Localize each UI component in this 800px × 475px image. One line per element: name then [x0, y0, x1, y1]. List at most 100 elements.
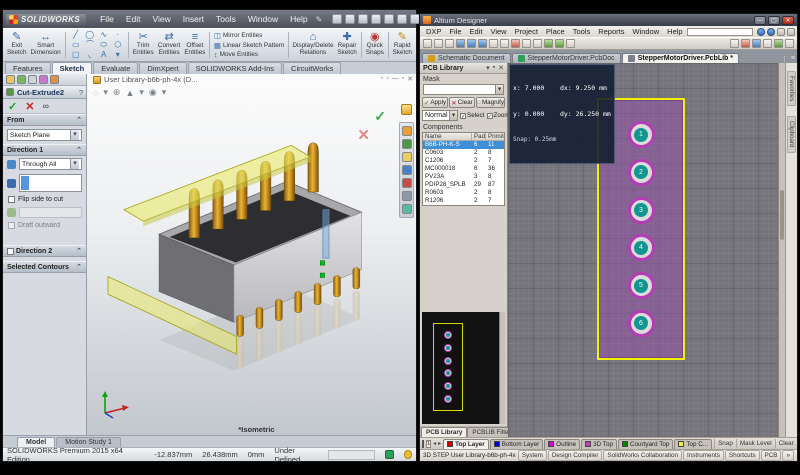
mode-select[interactable]: Normal ▾ [422, 110, 458, 121]
zoom-area-icon[interactable] [467, 39, 476, 48]
file-explorer-icon[interactable] [402, 152, 412, 162]
from-plane-select[interactable]: Sketch Plane ▾ [7, 129, 82, 141]
linear-pattern-button[interactable]: ▦ Linear Sketch Pattern [214, 41, 285, 50]
save-icon[interactable] [358, 14, 368, 24]
undo-icon[interactable] [384, 14, 394, 24]
select-icon[interactable] [397, 14, 407, 24]
forward-icon[interactable] [767, 28, 775, 36]
paste-icon[interactable] [511, 39, 520, 48]
arc-tool-icon[interactable] [774, 39, 783, 48]
move-icon[interactable] [533, 39, 542, 48]
side-panel-tab[interactable]: Favorites [787, 71, 796, 106]
confirm-button[interactable]: ✓ [8, 100, 17, 113]
quick-snaps-button[interactable]: ◉ Quick Snaps [364, 30, 386, 60]
pad[interactable]: 3 [628, 197, 655, 224]
minimize-button[interactable]: — [754, 16, 766, 25]
status-help-icon[interactable] [404, 450, 412, 459]
layer-scroll-left-icon[interactable]: ◂ [433, 440, 436, 447]
menu-item[interactable]: Reports [594, 27, 628, 36]
pad[interactable]: 2 [628, 159, 655, 186]
panel-pin-icon[interactable]: ▪ [493, 64, 495, 72]
menu-pin-icon[interactable]: ✎ [316, 15, 323, 24]
apply-button[interactable]: ✓ Apply [422, 97, 448, 108]
open-document-icon[interactable] [345, 14, 355, 24]
direction2-section-header[interactable]: Direction 2 ⌃ [3, 245, 86, 257]
cancel-button[interactable]: ✕ [25, 100, 34, 113]
text-tool-icon[interactable]: A [97, 50, 110, 60]
preview-scrollbar[interactable] [499, 312, 505, 424]
menu-item[interactable]: File [445, 27, 465, 36]
zoom-area-icon[interactable]: ▾ [103, 87, 108, 98]
component-row[interactable]: PDIP28_SPLB 29 87 [423, 181, 504, 189]
select-checkbox[interactable]: ✓ Select [460, 112, 485, 119]
menu-item[interactable]: Insert [177, 12, 210, 26]
editor-scrollbar[interactable] [778, 63, 785, 437]
pad-tool-icon[interactable] [741, 39, 750, 48]
dropdown-arrow-icon[interactable]: ▾ [111, 50, 124, 60]
pad[interactable]: 5 [628, 272, 655, 299]
flip-side-checkbox[interactable]: Flip side to cut [8, 196, 81, 203]
layer-tab[interactable]: 3D Top [581, 439, 617, 449]
zoom-icon[interactable] [456, 39, 465, 48]
menu-item[interactable]: View [146, 12, 176, 26]
doc-cascade-icon[interactable]: — [392, 75, 399, 83]
graphics-viewport[interactable]: User Library-b6b-ph-4x (D... ▫ ▫ — ▫ ✕ ◌… [87, 74, 416, 435]
document-tab[interactable]: StepperMotorDriver.PcbLib * [622, 53, 739, 63]
ribbon-tab[interactable]: Evaluate [93, 62, 138, 74]
zoom-checkbox[interactable]: ✓ Zoom [487, 112, 510, 119]
fillet-tool-icon[interactable]: ◟ [83, 50, 96, 60]
favorites-icon[interactable] [787, 28, 795, 36]
line-tool-icon[interactable] [730, 39, 739, 48]
end-condition-select[interactable]: Through All ▾ [19, 158, 82, 170]
status-panel-button[interactable]: SolidWorks Collaboration [603, 450, 682, 461]
pad[interactable]: 6 [628, 310, 655, 337]
zoom-fit-icon[interactable] [478, 39, 487, 48]
panel-close-icon[interactable]: ✕ [498, 64, 504, 72]
status-panel-button[interactable]: Design Compiler [548, 450, 603, 461]
footprint-preview[interactable] [422, 312, 505, 424]
featuremanager-tab-icon[interactable] [6, 75, 15, 84]
preview-icon[interactable]: ∞ [42, 101, 48, 111]
pad[interactable]: 4 [628, 234, 655, 261]
menu-item[interactable]: Project [511, 27, 542, 36]
configuration-tab-icon[interactable] [28, 75, 37, 84]
menu-item[interactable]: Window [242, 12, 284, 26]
save-icon[interactable] [434, 39, 443, 48]
panel-menu-icon[interactable]: ▾ [486, 64, 490, 72]
new-document-icon[interactable] [332, 14, 342, 24]
hide-show-icon[interactable]: ◉ [149, 87, 157, 98]
document-tab[interactable]: Schematic Document [422, 53, 511, 63]
offset-entities-button[interactable]: ≡ Offset Entities [182, 30, 207, 60]
menu-item[interactable]: File [94, 12, 120, 26]
tab-list-icon[interactable]: ≡ [791, 55, 795, 63]
layer-scroll-right-icon[interactable]: ▸ [438, 440, 441, 447]
menu-item[interactable]: Edit [120, 12, 147, 26]
circle-tool-icon[interactable]: ◯ [83, 30, 96, 40]
spline-tool-icon[interactable]: ∿ [97, 30, 110, 40]
doc-minimize-icon[interactable]: ▫ [381, 75, 383, 83]
open-icon[interactable] [423, 39, 432, 48]
menu-item[interactable]: View [486, 27, 510, 36]
copy-icon[interactable] [500, 39, 509, 48]
redo-icon[interactable] [555, 39, 564, 48]
layer-tab[interactable]: Top Layer [443, 439, 489, 449]
status-panel-button[interactable]: System [518, 450, 547, 461]
ribbon-tab[interactable]: Features [5, 62, 51, 74]
direction-reference-field[interactable] [19, 174, 82, 192]
cut-icon[interactable] [489, 39, 498, 48]
component-row[interactable]: PV23A 3 8 [423, 173, 504, 181]
appearances-scenes-icon[interactable] [402, 178, 412, 188]
back-icon[interactable] [757, 28, 765, 36]
menu-item[interactable]: Tools [569, 27, 595, 36]
display-style-icon[interactable]: ▾ [139, 87, 144, 98]
via-tool-icon[interactable] [752, 39, 761, 48]
layer-bar-extra-button[interactable]: Clear [775, 439, 797, 448]
status-panel-button[interactable]: » [782, 450, 794, 461]
status-panel-button[interactable]: PCB [761, 450, 782, 461]
column-pads[interactable]: Pads [472, 133, 486, 140]
clear-button[interactable]: ✕ Clear [449, 97, 475, 108]
command-input[interactable] [687, 28, 753, 36]
ellipse-tool-icon[interactable]: ⬭ [97, 40, 110, 50]
design-library-icon[interactable] [402, 139, 412, 149]
doc-restore-icon[interactable]: ▫ [386, 75, 388, 83]
